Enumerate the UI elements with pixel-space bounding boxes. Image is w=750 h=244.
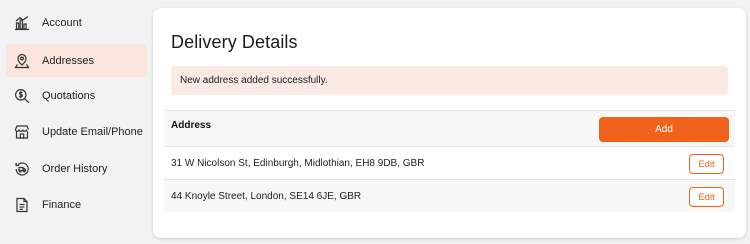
sidebar-item-finance[interactable]: Finance: [6, 188, 147, 221]
address-column-header: Address: [171, 120, 212, 131]
success-alert: New address added successfully.: [171, 66, 728, 95]
search-dollar-icon: [14, 88, 30, 104]
sidebar-item-account[interactable]: Account: [6, 6, 147, 39]
address-table: Address Add 31 W Nicolson St, Edinburgh,…: [164, 110, 735, 212]
success-alert-text: New address added successfully.: [180, 75, 328, 86]
delivery-details-panel: Delivery Details New address added succe…: [153, 8, 746, 238]
sidebar-item-update-email-phone[interactable]: Update Email/Phone: [6, 115, 147, 148]
table-header: Address Add: [164, 110, 735, 146]
address-cell: 31 W Nicolson St, Edinburgh, Midlothian,…: [171, 158, 425, 169]
store-icon: [14, 124, 30, 140]
chart-bars-icon: [14, 15, 30, 31]
history-truck-icon: [14, 161, 30, 177]
sidebar-item-label: Order History: [42, 162, 108, 175]
sidebar-item-label: Quotations: [42, 89, 96, 102]
sidebar-item-quotations[interactable]: Quotations: [6, 79, 147, 112]
sidebar: Account Addresses Quotations Update Emai…: [0, 0, 152, 244]
sidebar-item-label: Finance: [42, 198, 82, 211]
sidebar-item-label: Update Email/Phone: [42, 125, 143, 138]
edit-address-button[interactable]: Edit: [689, 154, 724, 174]
page-title: Delivery Details: [171, 32, 298, 52]
table-row: 44 Knoyle Street, London, SE14 6JE, GBR …: [164, 179, 735, 212]
add-address-button[interactable]: Add: [599, 117, 729, 142]
document-icon: [14, 197, 30, 213]
edit-address-button[interactable]: Edit: [689, 187, 724, 207]
sidebar-item-addresses[interactable]: Addresses: [6, 44, 147, 77]
location-pin-icon: [14, 53, 30, 69]
sidebar-item-label: Account: [42, 16, 82, 29]
table-row: 31 W Nicolson St, Edinburgh, Midlothian,…: [164, 146, 735, 179]
sidebar-item-order-history[interactable]: Order History: [6, 152, 147, 185]
address-cell: 44 Knoyle Street, London, SE14 6JE, GBR: [171, 191, 362, 202]
sidebar-item-label: Addresses: [42, 54, 94, 67]
